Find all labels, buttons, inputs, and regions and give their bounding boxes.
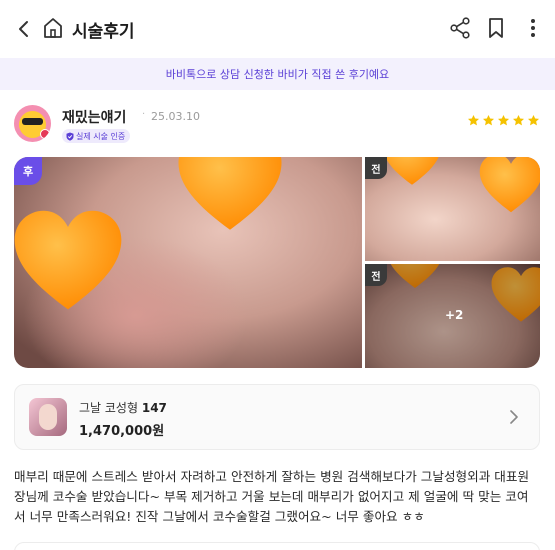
review-author-row: 재밌는얘기 · 25.03.10 실제 시술 인증 [14,103,540,147]
photo-gallery: 후 전 전 +2 [14,157,540,368]
heart-sticker-icon [479,157,540,213]
more-options-icon[interactable] [526,17,540,39]
product-review-count: 147 [141,401,167,415]
product-thumbnail-face [39,404,57,430]
shield-check-icon [66,132,74,141]
top-app-bar: 시술후기 [0,0,555,58]
star-icon [512,114,525,126]
product-price: 1,470,000원 [79,424,165,439]
star-rating [467,114,540,127]
avatar-badge [40,129,50,139]
review-date: 25.03.10 [151,110,200,123]
product-name: 그날 코성형 [79,401,139,415]
before-label: 전 [365,264,387,286]
info-banner: 바비톡으로 상담 신청한 바비가 직접 쓴 후기예요 [0,58,555,90]
bookmark-icon[interactable] [486,17,506,39]
verified-badge: 실제 시술 인증 [62,129,131,143]
back-arrow-icon[interactable] [14,19,34,39]
next-section-card [14,542,540,550]
chevron-right-icon [510,410,518,424]
meta-separator: · [142,109,146,120]
procedure-product-card[interactable]: 그날 코성형 147 1,470,000원 [14,384,540,450]
star-icon [497,114,510,126]
after-label: 후 [14,157,42,185]
star-icon [482,114,495,126]
username[interactable]: 재밌는얘기 [62,107,126,127]
avatar[interactable] [14,105,51,142]
heart-sticker-icon [385,157,439,185]
heart-sticker-icon [178,157,282,230]
heart-sticker-icon [14,210,122,310]
before-label: 전 [365,157,387,179]
star-icon [527,114,540,126]
avatar-sunglasses [22,118,43,125]
verified-label: 실제 시술 인증 [76,131,126,141]
page-title: 시술후기 [72,22,135,42]
after-photo[interactable]: 후 [14,157,362,368]
star-icon [467,114,480,126]
product-name-row: 그날 코성형 147 [79,399,167,416]
more-photos-count: +2 [445,308,464,322]
share-icon[interactable] [449,17,471,39]
before-photo[interactable]: 전 [365,157,540,261]
before-photo-more[interactable]: 전 +2 [365,264,540,368]
review-body: 매부리 때문에 스트레스 받아서 자려하고 안전하게 잘하는 병원 검색해보다가… [14,469,530,524]
home-icon[interactable] [42,16,64,40]
product-thumbnail [29,398,67,436]
